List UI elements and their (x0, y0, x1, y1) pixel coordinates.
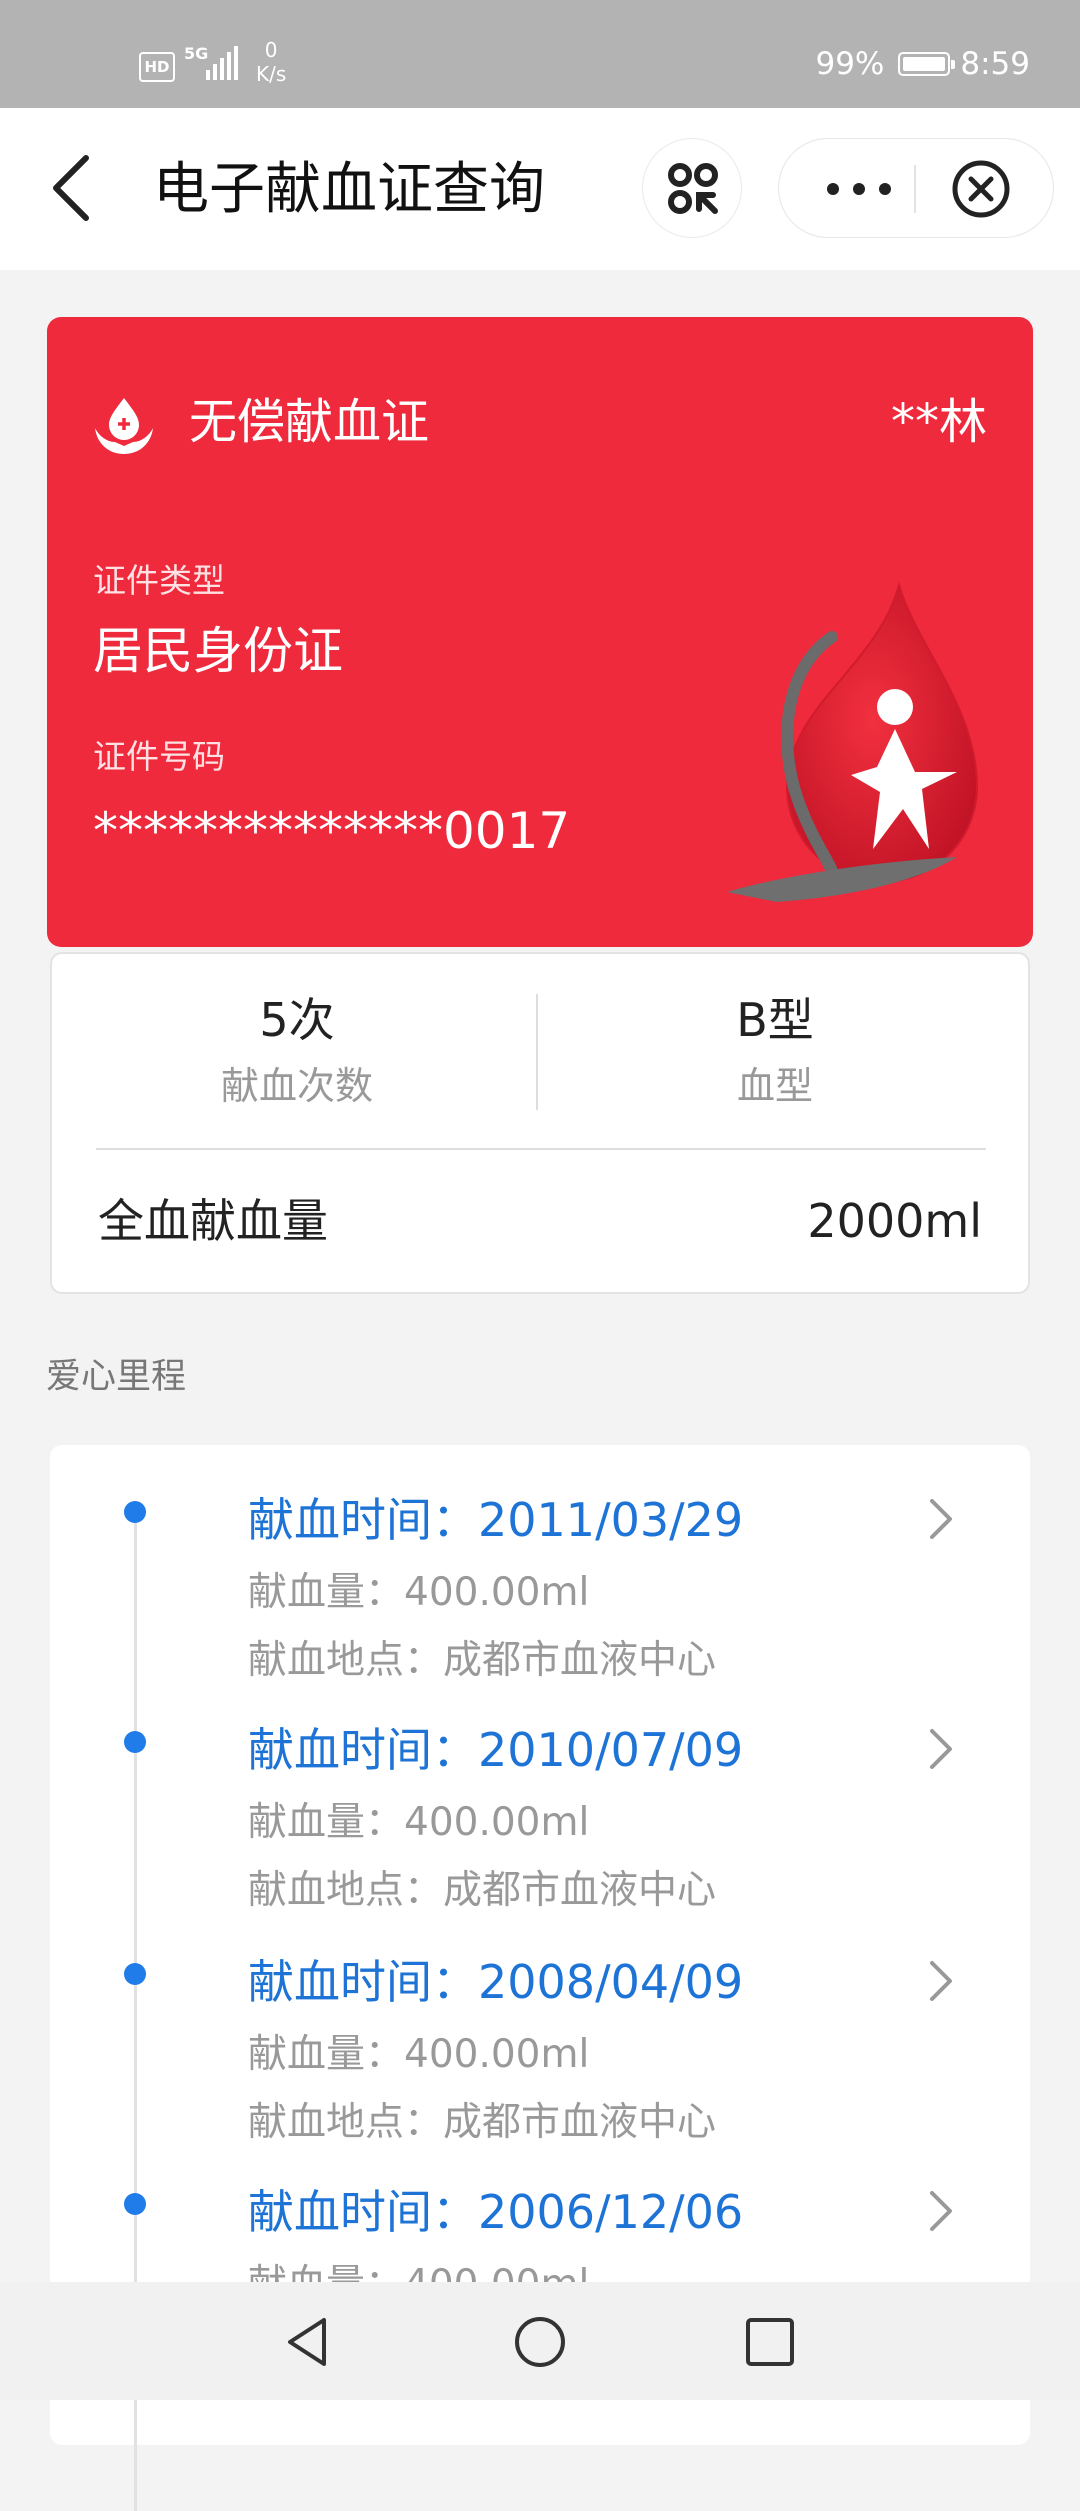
summary-separator (96, 1148, 986, 1150)
total-volume-label: 全血献血量 (98, 1194, 328, 1248)
id-number-label: 证件号码 (93, 737, 225, 776)
summary-divider (536, 994, 538, 1110)
hd-indicator: HD (139, 52, 175, 82)
total-volume-value: 2000ml (807, 1194, 982, 1248)
holder-name: **林 (890, 394, 987, 450)
page-title: 电子献血证查询 (153, 157, 545, 222)
network-type: 5G (184, 44, 209, 63)
battery-icon (898, 52, 956, 76)
record-date: 献血时间：2010/07/09 (248, 1723, 744, 1777)
chevron-right-icon (930, 1961, 952, 2001)
nav-bar: 电子献血证查询 (0, 108, 1080, 270)
donation-count-value: 5次 (259, 993, 335, 1047)
donation-count: 5次 献血次数 (52, 989, 542, 1113)
donation-summary-card: 5次 献血次数 B型 血型 全血献血量 2000ml (50, 952, 1030, 1294)
signal-icon (206, 46, 240, 80)
capsule-divider (914, 165, 916, 213)
back-arrow-icon[interactable] (44, 148, 104, 228)
speed-unit: K/s (256, 62, 287, 86)
system-nav-bar (0, 2282, 1080, 2400)
donation-certificate-card: 无偿献血证 **林 证件类型 居民身份证 证件号码 **************… (47, 317, 1033, 947)
blood-type-value: B型 (736, 993, 814, 1047)
record-amount: 献血量：400.00ml (248, 1800, 590, 1845)
close-icon[interactable] (949, 157, 1013, 221)
nav-home-icon[interactable] (510, 2312, 570, 2372)
status-bar: HD 5G 0 K/s 99% 8:59 (0, 0, 1080, 108)
clock: 8:59 (960, 46, 1030, 82)
record-amount: 献血量：400.00ml (248, 2032, 590, 2077)
record-date: 献血时间：2011/03/29 (248, 1493, 744, 1547)
blood-type: B型 血型 (542, 989, 1008, 1113)
blood-donation-logo-icon (95, 398, 153, 454)
blood-drop-emblem-icon (727, 581, 979, 902)
chevron-right-icon (930, 1729, 952, 1769)
scan-button[interactable] (642, 138, 742, 238)
more-icon[interactable] (809, 159, 909, 219)
record-date: 献血时间：2008/04/09 (248, 1955, 744, 2009)
timeline-dot (124, 2193, 146, 2215)
speed-value: 0 (264, 38, 278, 62)
mini-program-capsule (778, 138, 1054, 238)
section-title: 爱心里程 (46, 1357, 187, 1397)
timeline-dot (124, 1963, 146, 1985)
record-date: 献血时间：2006/12/06 (248, 2185, 744, 2239)
timeline-dot (124, 1731, 146, 1753)
blood-type-label: 血型 (736, 1064, 813, 1108)
battery-percent: 99% (815, 46, 885, 82)
network-speed: 0 K/s (256, 38, 286, 86)
scan-icon (668, 163, 718, 214)
donation-record[interactable]: 献血时间：2011/03/29 献血量：400.00ml 献血地点：成都市血液中… (50, 1445, 1030, 1683)
id-type-value: 居民身份证 (93, 622, 343, 680)
donation-record[interactable]: 献血时间：2010/07/09 献血量：400.00ml 献血地点：成都市血液中… (50, 1675, 1030, 1913)
nav-recents-icon[interactable] (740, 2312, 800, 2372)
id-type-label: 证件类型 (93, 561, 225, 600)
chevron-right-icon (930, 2191, 952, 2231)
id-number-value: **************0017 (93, 802, 571, 860)
card-title: 无偿献血证 (189, 394, 430, 450)
record-amount: 献血量：400.00ml (248, 1570, 590, 1615)
donation-record[interactable]: 献血时间：2008/04/09 献血量：400.00ml 献血地点：成都市血液中… (50, 1907, 1030, 2145)
chevron-right-icon (930, 1499, 952, 1539)
donation-count-label: 献血次数 (220, 1064, 373, 1108)
status-right: 99% 8:59 (815, 44, 1030, 84)
nav-back-icon[interactable] (280, 2312, 340, 2372)
timeline-dot (124, 1501, 146, 1523)
